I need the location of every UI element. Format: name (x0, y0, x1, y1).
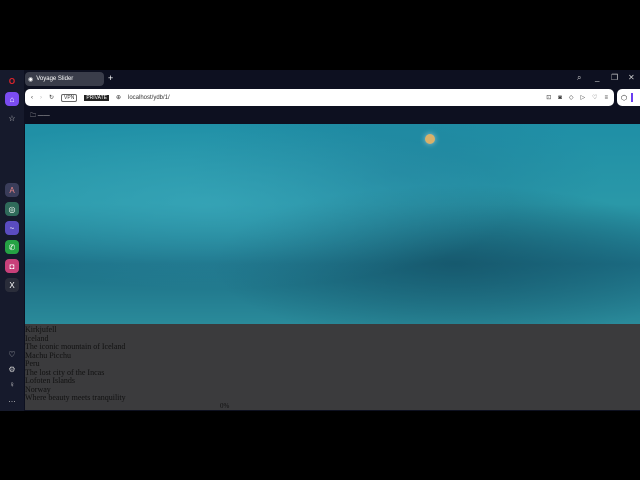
chatgpt-icon[interactable]: ◎ (5, 202, 19, 216)
page-content: Kirkjufell Iceland The iconic mountain o… (25, 124, 640, 410)
vpn-badge[interactable]: VPN (61, 93, 78, 102)
maximize-button[interactable]: ❐ (611, 73, 618, 82)
globe-icon: ◉ (28, 76, 34, 83)
shield-icon[interactable]: ◇ (569, 94, 574, 101)
heart-icon[interactable]: ♡ (5, 347, 19, 361)
aria-icon[interactable]: A (5, 183, 19, 197)
boat (425, 134, 435, 144)
tab-title: Voyage Slider (36, 76, 74, 82)
reload-icon[interactable]: ↻ (49, 94, 54, 101)
instagram-icon[interactable]: ◘ (5, 259, 19, 273)
forward-icon[interactable]: › (40, 95, 42, 101)
home-icon[interactable]: ⌂ (5, 92, 19, 106)
whatsapp-icon[interactable]: ✆ (5, 240, 19, 254)
lightbulb-icon[interactable]: ♀ (5, 377, 19, 391)
slide-list: Kirkjufell Iceland The iconic mountain o… (25, 324, 640, 403)
messenger-icon[interactable]: ~ (5, 221, 19, 235)
bookmark-label: —— (37, 113, 50, 119)
bookmark-item[interactable]: 🗀 —— (30, 111, 50, 121)
slide-caption: The iconic mountain of Iceland (25, 342, 126, 351)
opera-logo-icon[interactable]: O (5, 74, 19, 88)
slide-caption: Where beauty meets tranquility (25, 393, 126, 402)
heart-icon[interactable]: ♡ (592, 94, 597, 101)
browser-window: O ⌂ ☆ A ◎ ~ ✆ ◘ X ♡ ⚙ ♀ … ◉ Voyage Slider… (0, 70, 640, 411)
camera-icon[interactable]: ◙ (558, 95, 562, 101)
settings-icon[interactable]: ⚙ (5, 362, 19, 376)
slide-country: Peru (25, 359, 40, 368)
search-tabs-icon[interactable]: ⌕ (577, 73, 581, 83)
back-icon[interactable]: ‹ (31, 95, 33, 101)
slide-title: Lofoten Islands (25, 376, 75, 385)
new-tab-button[interactable]: + (108, 73, 113, 83)
sidebar: O ⌂ ☆ A ◎ ~ ✆ ◘ X ♡ ⚙ ♀ … (0, 70, 24, 411)
cube-icon: ⬡ (621, 94, 628, 102)
address-bar[interactable]: ‹ › ↻ VPN PRIVATE ⊕ localhost/ydb/1/ ⊡ ◙… (25, 89, 614, 106)
menu-icon[interactable]: ≡ (604, 95, 608, 101)
slide-image[interactable] (25, 124, 640, 324)
screenshot-icon[interactable]: ⊡ (546, 94, 551, 101)
url-text[interactable]: localhost/ydb/1/ (128, 95, 170, 101)
site-info-icon[interactable]: ⊕ (116, 94, 121, 101)
slide-title: Machu Picchu (25, 350, 71, 360)
close-button[interactable]: ✕ (628, 73, 635, 82)
slide-caption: The lost city of the Incas (25, 367, 105, 377)
progress-text: 0% (220, 402, 230, 410)
tab-voyage-slider[interactable]: ◉ Voyage Slider (25, 72, 104, 86)
send-icon[interactable]: ▷ (580, 94, 585, 101)
folder-icon: 🗀 (30, 113, 37, 119)
slide-title: Kirkjufell (25, 325, 57, 334)
x-icon[interactable]: X (5, 278, 19, 292)
minimize-button[interactable]: _ (595, 73, 599, 82)
private-badge: PRIVATE (84, 94, 109, 101)
star-icon[interactable]: ☆ (5, 111, 19, 125)
more-icon[interactable]: … (5, 392, 19, 406)
profile-indicator (631, 93, 634, 102)
extensions-button[interactable]: ⬡ (617, 89, 640, 106)
